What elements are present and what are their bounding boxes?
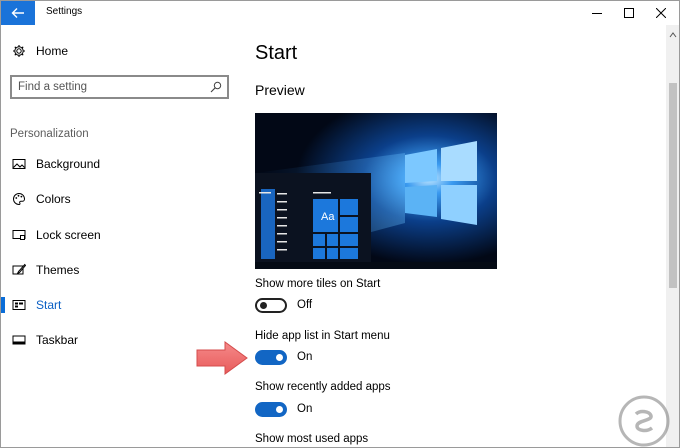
toggle-knob (276, 354, 283, 361)
sidebar-item-label: Colors (36, 192, 71, 206)
recently-added-toggle[interactable] (255, 402, 287, 417)
recently-added-state: On (297, 403, 313, 415)
start-menu-preview: Aa (255, 113, 497, 269)
search-input[interactable] (18, 79, 198, 95)
sidebar-item-colors[interactable]: Colors (1, 186, 241, 212)
settings-window: Settings Home Personalization (0, 0, 680, 448)
scroll-thumb[interactable] (669, 83, 677, 288)
preview-image (255, 113, 497, 269)
maximize-icon (624, 8, 634, 18)
annotation-arrow-icon (196, 341, 248, 375)
image-icon (12, 157, 26, 171)
section-label-personalization: Personalization (10, 128, 89, 140)
watermark-logo-icon (618, 395, 670, 447)
sidebar-item-label: Themes (36, 263, 80, 277)
toggle-knob (260, 302, 267, 309)
setting-label-recently-added: Show recently added apps (255, 381, 391, 393)
page-title: Start (255, 42, 298, 64)
search-icon[interactable] (210, 81, 222, 93)
back-button[interactable] (1, 1, 35, 25)
more-tiles-toggle[interactable] (255, 298, 287, 313)
maximize-button[interactable] (613, 1, 645, 25)
sidebar-item-label: Taskbar (36, 333, 79, 347)
scroll-up-icon[interactable] (669, 31, 677, 39)
start-icon (12, 298, 26, 312)
sidebar-item-themes[interactable]: Themes (1, 257, 241, 283)
gear-icon (12, 44, 26, 58)
minimize-button[interactable] (581, 1, 613, 25)
lock-screen-icon (12, 228, 26, 242)
sidebar-item-label: Start (36, 298, 62, 312)
sidebar-item-lock-screen[interactable]: Lock screen (1, 222, 241, 248)
selection-indicator (1, 297, 5, 313)
preview-heading: Preview (255, 82, 305, 98)
toggle-knob (276, 406, 283, 413)
setting-label-more-tiles: Show more tiles on Start (255, 278, 381, 290)
sidebar-item-label: Lock screen (36, 228, 101, 242)
back-arrow-icon (11, 8, 24, 18)
sidebar-home-label: Home (36, 44, 69, 58)
preview-tile-text: Aa (321, 211, 335, 223)
close-button[interactable] (645, 1, 677, 25)
sidebar-item-start[interactable]: Start (1, 292, 241, 318)
main-content: Start Preview Aa Show more tiles on Star… (241, 25, 666, 447)
title-bar: Settings (1, 1, 679, 25)
hide-app-list-state: On (297, 351, 313, 363)
sidebar: Home Personalization Background Colors (1, 25, 241, 447)
window-title: Settings (46, 6, 83, 17)
close-icon (656, 8, 666, 18)
palette-icon (12, 192, 26, 206)
sidebar-item-home[interactable]: Home (1, 38, 241, 64)
setting-label-hide-app-list: Hide app list in Start menu (255, 330, 390, 342)
taskbar-icon (12, 333, 26, 347)
minimize-icon (592, 13, 602, 14)
brush-icon (12, 263, 26, 277)
search-box (10, 75, 229, 99)
sidebar-item-label: Background (36, 157, 101, 171)
more-tiles-state: Off (297, 299, 313, 311)
vertical-scrollbar[interactable] (666, 25, 679, 447)
hide-app-list-toggle[interactable] (255, 350, 287, 365)
sidebar-item-background[interactable]: Background (1, 151, 241, 177)
setting-label-most-used: Show most used apps (255, 433, 369, 445)
